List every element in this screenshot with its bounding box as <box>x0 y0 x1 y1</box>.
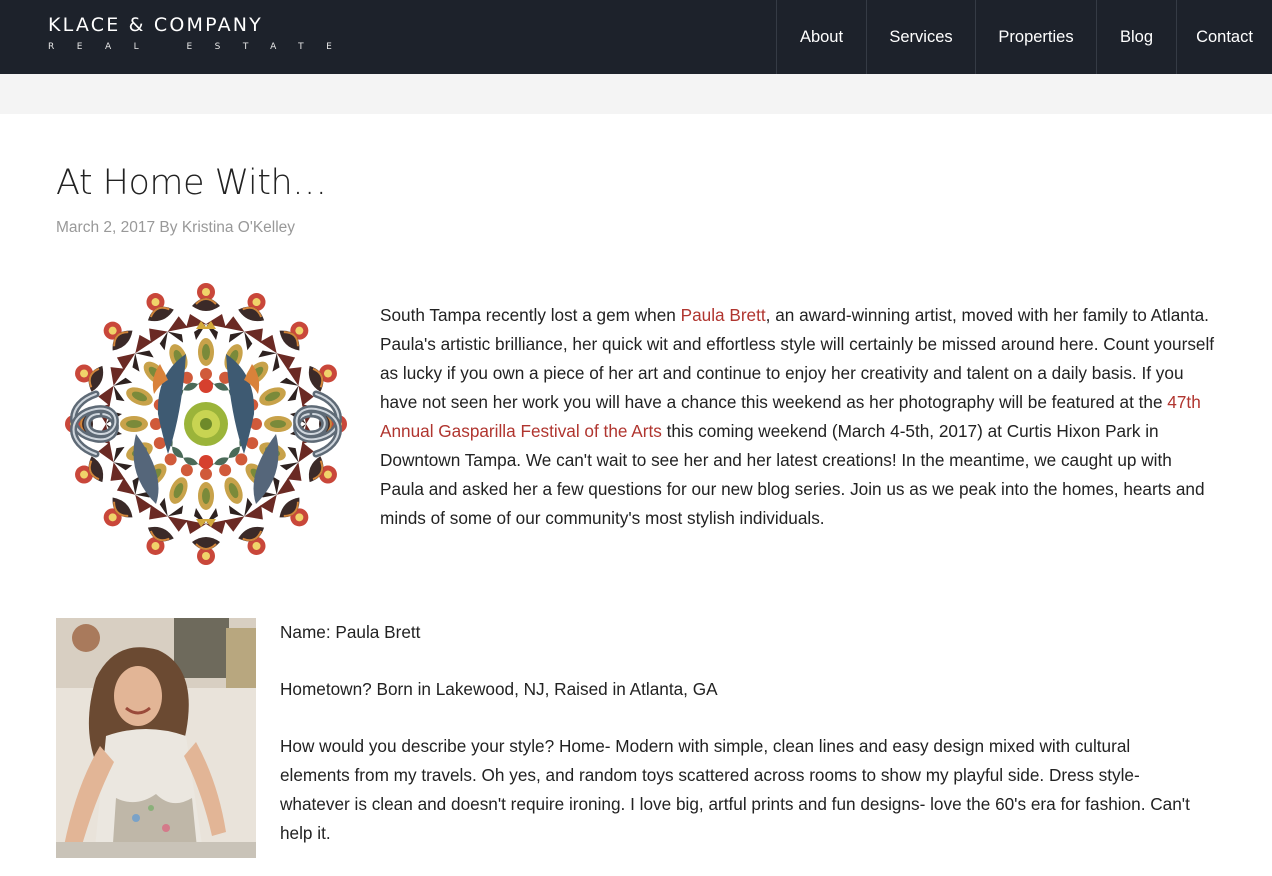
post-by: By <box>159 219 178 236</box>
nav-item-services[interactable]: Services <box>866 0 975 74</box>
site-logo[interactable]: KLACE & COMPANY REAL ESTATE <box>48 14 354 52</box>
header-band <box>0 74 1272 114</box>
paula-brett-portrait-image <box>56 618 256 858</box>
intro-paragraph: South Tampa recently lost a gem when Pau… <box>380 301 1220 533</box>
post-date: March 2, 2017 <box>56 219 156 236</box>
post-meta: March 2, 2017 By Kristina O'Kelley <box>56 219 295 237</box>
interview-section: Name: Paula Brett Hometown? Born in Lake… <box>280 618 1190 876</box>
qa-style: How would you describe your style? Home-… <box>280 736 1190 843</box>
post-title: At Home With… <box>56 163 327 203</box>
nav-item-properties[interactable]: Properties <box>975 0 1096 74</box>
post-author[interactable]: Kristina O'Kelley <box>182 219 295 236</box>
kaleidoscope-artwork-image <box>56 276 356 572</box>
paula-brett-link[interactable]: Paula Brett <box>681 305 766 325</box>
nav-item-about[interactable]: About <box>776 0 866 74</box>
nav-item-blog[interactable]: Blog <box>1096 0 1176 74</box>
qa-name: Name: Paula Brett <box>280 622 421 642</box>
nav-item-contact[interactable]: Contact <box>1176 0 1272 74</box>
qa-hometown: Hometown? Born in Lakewood, NJ, Raised i… <box>280 679 718 699</box>
logo-name: KLACE & COMPANY <box>48 14 263 36</box>
logo-tagline: REAL ESTATE <box>48 42 355 52</box>
intro-text-1: South Tampa recently lost a gem when <box>380 305 681 325</box>
main-nav: About Services Properties Blog Contact <box>776 0 1272 74</box>
site-header: KLACE & COMPANY REAL ESTATE About Servic… <box>0 0 1272 74</box>
